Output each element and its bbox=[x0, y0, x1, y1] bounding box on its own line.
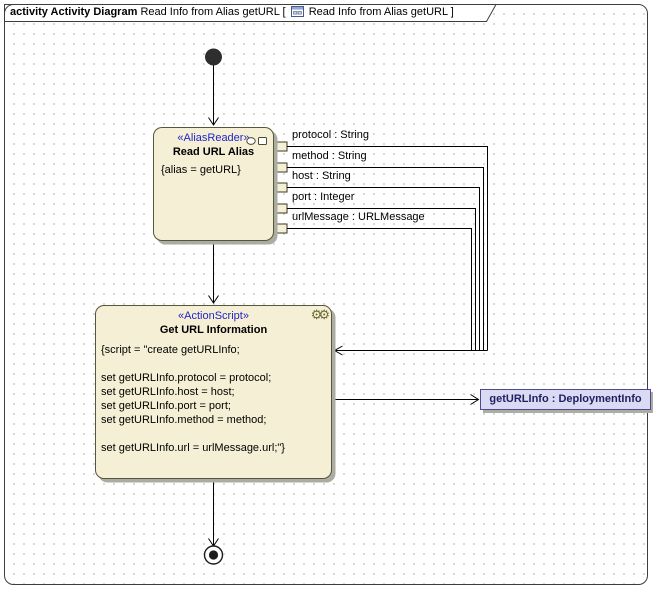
frame-bracket-open: [ bbox=[283, 6, 286, 18]
output-pin-method[interactable] bbox=[274, 163, 287, 172]
pin-label-port: port : Integer bbox=[292, 191, 354, 203]
output-pin-urlmessage[interactable] bbox=[274, 224, 287, 233]
script-line: {script = "create getURLInfo; bbox=[101, 343, 331, 357]
activity-diagram-canvas: activity Activity Diagram Read Info from… bbox=[0, 0, 653, 590]
script-line bbox=[101, 357, 331, 371]
output-pin-port[interactable] bbox=[274, 204, 287, 213]
script-line: set getURLInfo.host = host; bbox=[101, 385, 331, 399]
flow-to-output-object[interactable] bbox=[333, 395, 479, 405]
action-name: Get URL Information bbox=[96, 324, 331, 336]
pin-label-method: method : String bbox=[292, 150, 367, 162]
frame-title-keyword: activity Activity Diagram bbox=[10, 6, 137, 18]
frame-title-name: Read Info from Alias getURL bbox=[140, 6, 279, 18]
script-line: set getURLInfo.url = urlMessage.url;"} bbox=[101, 441, 331, 455]
flow-get-url-to-final[interactable] bbox=[209, 480, 219, 547]
action-read-url-alias[interactable]: «AliasReader» Read URL Alias {alias = ge… bbox=[153, 127, 274, 241]
activity-final-node[interactable] bbox=[205, 546, 223, 564]
output-pin-protocol[interactable] bbox=[274, 142, 287, 151]
pin-label-urlmessage: urlMessage : URLMessage bbox=[292, 211, 425, 223]
diagram-frame bbox=[5, 5, 648, 585]
output-object-node[interactable]: getURLInfo : DeploymentInfo bbox=[480, 389, 651, 410]
reader-adornment-icon bbox=[246, 133, 268, 151]
pin-label-protocol: protocol : String bbox=[292, 129, 369, 141]
gears-icon: ⚙⚙ bbox=[311, 307, 326, 323]
action-script-block: {script = "create getURLInfo; set getURL… bbox=[96, 343, 331, 455]
flow-initial-to-read-alias[interactable] bbox=[209, 66, 219, 126]
frame-bracket-name: Read Info from Alias getURL bbox=[309, 6, 448, 18]
script-line: set getURLInfo.port = port; bbox=[101, 399, 331, 413]
activity-diagram-thumbnail-icon bbox=[291, 6, 304, 20]
output-pin-host[interactable] bbox=[274, 183, 287, 192]
script-line bbox=[101, 427, 331, 441]
action-get-url-information[interactable]: «ActionScript» ⚙⚙ Get URL Information {s… bbox=[95, 305, 332, 479]
flow-read-alias-to-get-url[interactable] bbox=[209, 242, 219, 304]
frame-bracket-close: ] bbox=[451, 6, 454, 18]
script-line: set getURLInfo.protocol = protocol; bbox=[101, 371, 331, 385]
action-body-text: {alias = getURL} bbox=[161, 164, 273, 176]
initial-node[interactable] bbox=[205, 49, 222, 66]
frame-title: activity Activity Diagram Read Info from… bbox=[10, 6, 454, 20]
script-line: set getURLInfo.method = method; bbox=[101, 413, 331, 427]
diagram-edges-layer bbox=[0, 0, 653, 590]
stereotype-action-script: «ActionScript» bbox=[96, 310, 331, 322]
pin-label-host: host : String bbox=[292, 170, 351, 182]
